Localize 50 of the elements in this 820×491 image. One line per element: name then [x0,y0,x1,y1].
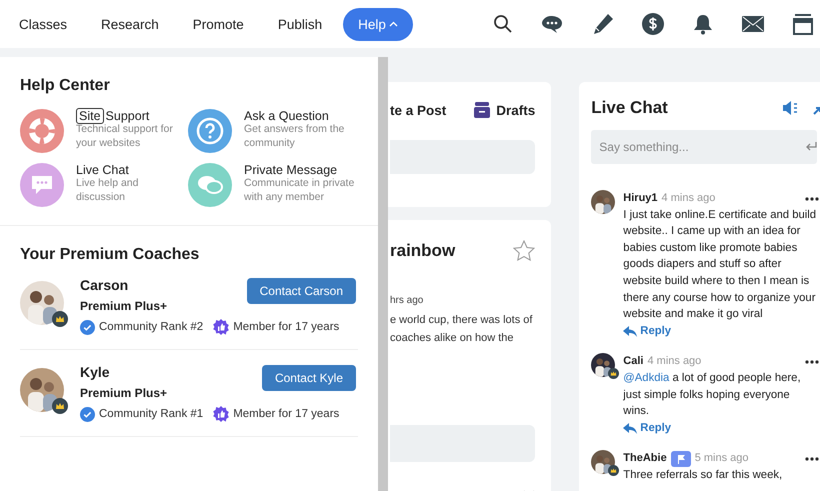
nav-link[interactable]: Help [343,8,413,40]
create-post-link[interactable]: te a Post [390,102,446,118]
help-option-title: Site Support [76,109,188,123]
membership-duration: Member for 17 years [233,321,340,333]
coach-plan: Premium Plus+ [80,386,168,400]
help-option-description: Communicate in private with any member [244,177,356,204]
post-text-line: coaches alike on how the [390,331,515,346]
help-center-title: Help Center [20,77,111,95]
nav-link[interactable]: Publish [264,8,336,40]
coach-name: Carson [80,277,128,293]
help-option-title: Live Chat [76,163,130,177]
chat-username[interactable]: TheAbie [623,450,667,467]
drafts-link[interactable]: Drafts [496,102,536,118]
post-text-line: e world cup, there was lots of [390,313,534,328]
help-option[interactable]: Live Chat Live help and discussion [20,163,188,207]
live-chat-title: Live Chat [591,98,668,118]
help-option[interactable]: Site Support Technical support for your websites [20,109,188,153]
help-option[interactable]: Private Message Communicate in private with any member [188,163,356,207]
nav-link[interactable]: Classes [6,8,80,40]
contact-button[interactable]: Contact Carson [246,278,356,304]
chat-message: I just take online.E certificate and build website.. I came up with an idea for babies custom like promote babies goods diapers and stuff so after website build where to then I mean is there any course how to organize your website and make it go viral [623,208,818,322]
help-option-description: Technical support for your websites [76,123,174,150]
coach-plan: Premium Plus+ [80,299,168,313]
nav-link[interactable]: Promote [180,8,257,40]
chat-message: @Adkdia a lot of good people here, just simple folks hoping everyone wins. [623,370,802,420]
reply-link[interactable]: Reply [623,420,672,436]
coach-name: Kyle [80,364,110,380]
help-option-title: Private Message [244,163,338,177]
help-option[interactable]: Ask a Question Get answers from the community [188,109,356,153]
community-rank: Community Rank #2 [99,321,204,333]
chat-time: 5 mins ago [694,451,749,466]
mention-link[interactable]: @Adkdia [623,372,670,384]
community-rank: Community Rank #1 [99,408,204,420]
membership-duration: Member for 17 years [233,408,340,420]
chat-time: 4 mins ago [647,354,702,370]
help-option-description: Get answers from the community [244,123,346,150]
chat-input-box[interactable]: Say something... [591,130,818,164]
help-option-title: Ask a Question [244,109,330,123]
reply-link[interactable]: Reply [623,322,672,340]
chat-username[interactable]: Hiruy1 [623,190,658,207]
coaches-title: Your Premium Coaches [20,246,200,264]
chat-time: 4 mins ago [662,191,716,206]
chat-username[interactable]: Cali [623,353,644,370]
help-option-description: Live help and discussion [76,177,140,204]
chat-input-field[interactable]: Say something... [597,139,788,155]
post-title: rainbow [390,240,456,260]
nav-link[interactable]: Research [88,8,172,40]
chat-message: Three referrals so far this week, [623,468,784,483]
contact-button[interactable]: Contact Kyle [262,365,356,391]
post-time: hrs ago [390,295,424,306]
